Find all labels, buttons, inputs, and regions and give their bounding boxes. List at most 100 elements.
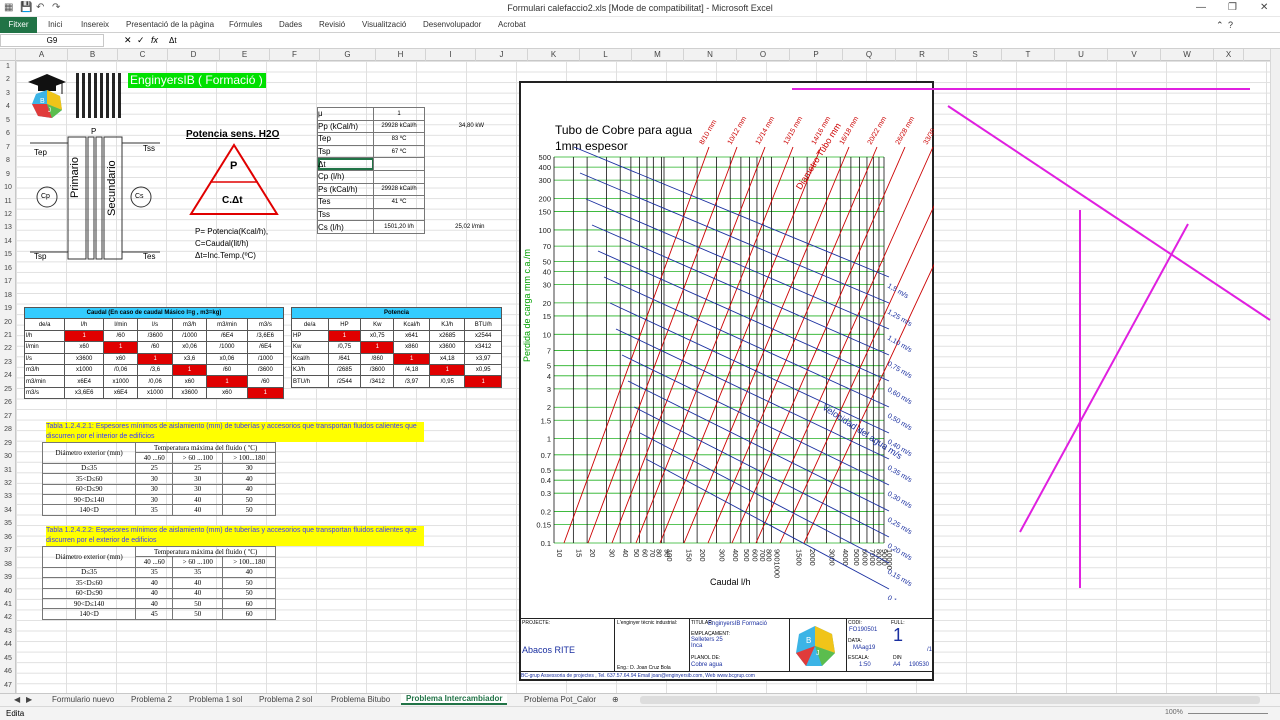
column-header[interactable]: Q [843,49,896,61]
tab-file[interactable]: Fitxer [0,17,37,33]
tab-view[interactable]: Visualització [362,20,406,29]
row-header[interactable]: 47 [0,682,16,689]
row-header[interactable]: 8 [0,157,16,164]
row-header[interactable]: 15 [0,251,16,258]
column-header[interactable]: W [1161,49,1214,61]
row-header[interactable]: 33 [0,493,16,500]
column-header[interactable]: H [376,49,426,61]
row-header[interactable]: 30 [0,453,16,460]
column-header[interactable]: U [1055,49,1108,61]
zoom-slider[interactable] [1188,713,1268,714]
new-sheet-icon[interactable]: ⊕ [612,695,619,704]
next-sheet-icon[interactable]: ▶ [26,695,32,704]
row-header[interactable]: 42 [0,614,16,621]
column-header[interactable]: E [220,49,270,61]
sheet-tab[interactable]: Problema 1 sol [189,695,242,704]
row-header[interactable]: 6 [0,130,16,137]
row-header[interactable]: 9 [0,171,16,178]
row-header[interactable]: 13 [0,224,16,231]
row-header[interactable]: 31 [0,467,16,474]
tab-acrobat[interactable]: Acrobat [498,20,526,29]
column-header[interactable]: V [1108,49,1161,61]
row-header[interactable]: 20 [0,319,16,326]
column-header[interactable]: F [270,49,320,61]
column-header[interactable]: M [632,49,684,61]
row-header[interactable]: 32 [0,480,16,487]
row-header[interactable]: 41 [0,601,16,608]
sheet-tab-active[interactable]: Problema Intercambiador [401,694,508,705]
row-header[interactable]: 18 [0,292,16,299]
row-header[interactable]: 10 [0,184,16,191]
row-header[interactable]: 29 [0,440,16,447]
row-header[interactable]: 19 [0,305,16,312]
row-header[interactable]: 44 [0,641,16,648]
column-header[interactable]: P [790,49,843,61]
row-header[interactable]: 26 [0,399,16,406]
column-header[interactable]: N [684,49,737,61]
row-header[interactable]: 34 [0,507,16,514]
column-header[interactable]: O [737,49,790,61]
row-header[interactable]: 37 [0,547,16,554]
row-header[interactable]: 5 [0,117,16,124]
column-header[interactable]: T [1002,49,1055,61]
row-header[interactable]: 23 [0,359,16,366]
minimize-icon[interactable]: — [1196,2,1206,13]
row-header[interactable]: 39 [0,574,16,581]
select-all[interactable] [0,49,16,61]
column-header[interactable]: I [426,49,476,61]
row-header[interactable]: 22 [0,345,16,352]
formula-input[interactable]: Δt [169,36,177,45]
column-header[interactable]: L [580,49,632,61]
row-header[interactable]: 11 [0,198,16,205]
row-header[interactable]: 17 [0,278,16,285]
tab-data[interactable]: Dades [279,20,302,29]
column-header[interactable]: D [168,49,220,61]
row-header[interactable]: 38 [0,561,16,568]
row-header[interactable]: 2 [0,76,16,83]
row-header[interactable]: 7 [0,144,16,151]
close-icon[interactable]: ✕ [1260,2,1268,13]
sheet-tab[interactable]: Problema Pot_Calor [524,695,596,704]
horizontal-scrollbar[interactable] [640,696,1260,704]
tab-home[interactable]: Inici [48,20,62,29]
ribbon-collapse-icon[interactable]: ⌃ [1216,20,1224,31]
sheet-tab[interactable]: Formulario nuevo [52,695,114,704]
tab-developer[interactable]: Desenvolupador [423,20,481,29]
row-header[interactable]: 3 [0,90,16,97]
tab-formulas[interactable]: Fórmules [229,20,262,29]
cancel-icon[interactable]: ✕ [124,35,132,46]
prev-sheet-icon[interactable]: ◀ [14,695,20,704]
row-header[interactable]: 43 [0,628,16,635]
tab-insert[interactable]: Insereix [81,20,109,29]
row-header[interactable]: 21 [0,332,16,339]
row-header[interactable]: 28 [0,426,16,433]
row-header[interactable]: 27 [0,413,16,420]
row-header[interactable]: 1 [0,63,16,70]
row-header[interactable]: 14 [0,238,16,245]
column-header[interactable]: A [16,49,68,61]
row-header[interactable]: 16 [0,265,16,272]
function-icon[interactable]: fx [151,35,158,45]
column-header[interactable]: X [1214,49,1244,61]
row-header[interactable]: 45 [0,655,16,662]
column-header[interactable]: G [320,49,376,61]
row-header[interactable]: 36 [0,534,16,541]
sheet-tab[interactable]: Problema 2 sol [259,695,312,704]
zoom-level[interactable]: 100% [1165,709,1183,716]
help-icon[interactable]: ? [1228,20,1233,30]
row-header[interactable]: 24 [0,372,16,379]
column-header[interactable]: R [896,49,949,61]
tab-page-layout[interactable]: Presentació de la pàgina [126,20,214,29]
row-header[interactable]: 4 [0,103,16,110]
row-header[interactable]: 46 [0,668,16,675]
column-header[interactable]: C [118,49,168,61]
column-header[interactable]: J [476,49,528,61]
row-header[interactable]: 40 [0,588,16,595]
row-header[interactable]: 12 [0,211,16,218]
row-header[interactable]: 35 [0,520,16,527]
column-header[interactable]: S [949,49,1002,61]
enter-icon[interactable]: ✓ [137,35,145,46]
row-header[interactable]: 25 [0,386,16,393]
tab-review[interactable]: Revisió [319,20,345,29]
sheet-tab[interactable]: Problema 2 [131,695,172,704]
